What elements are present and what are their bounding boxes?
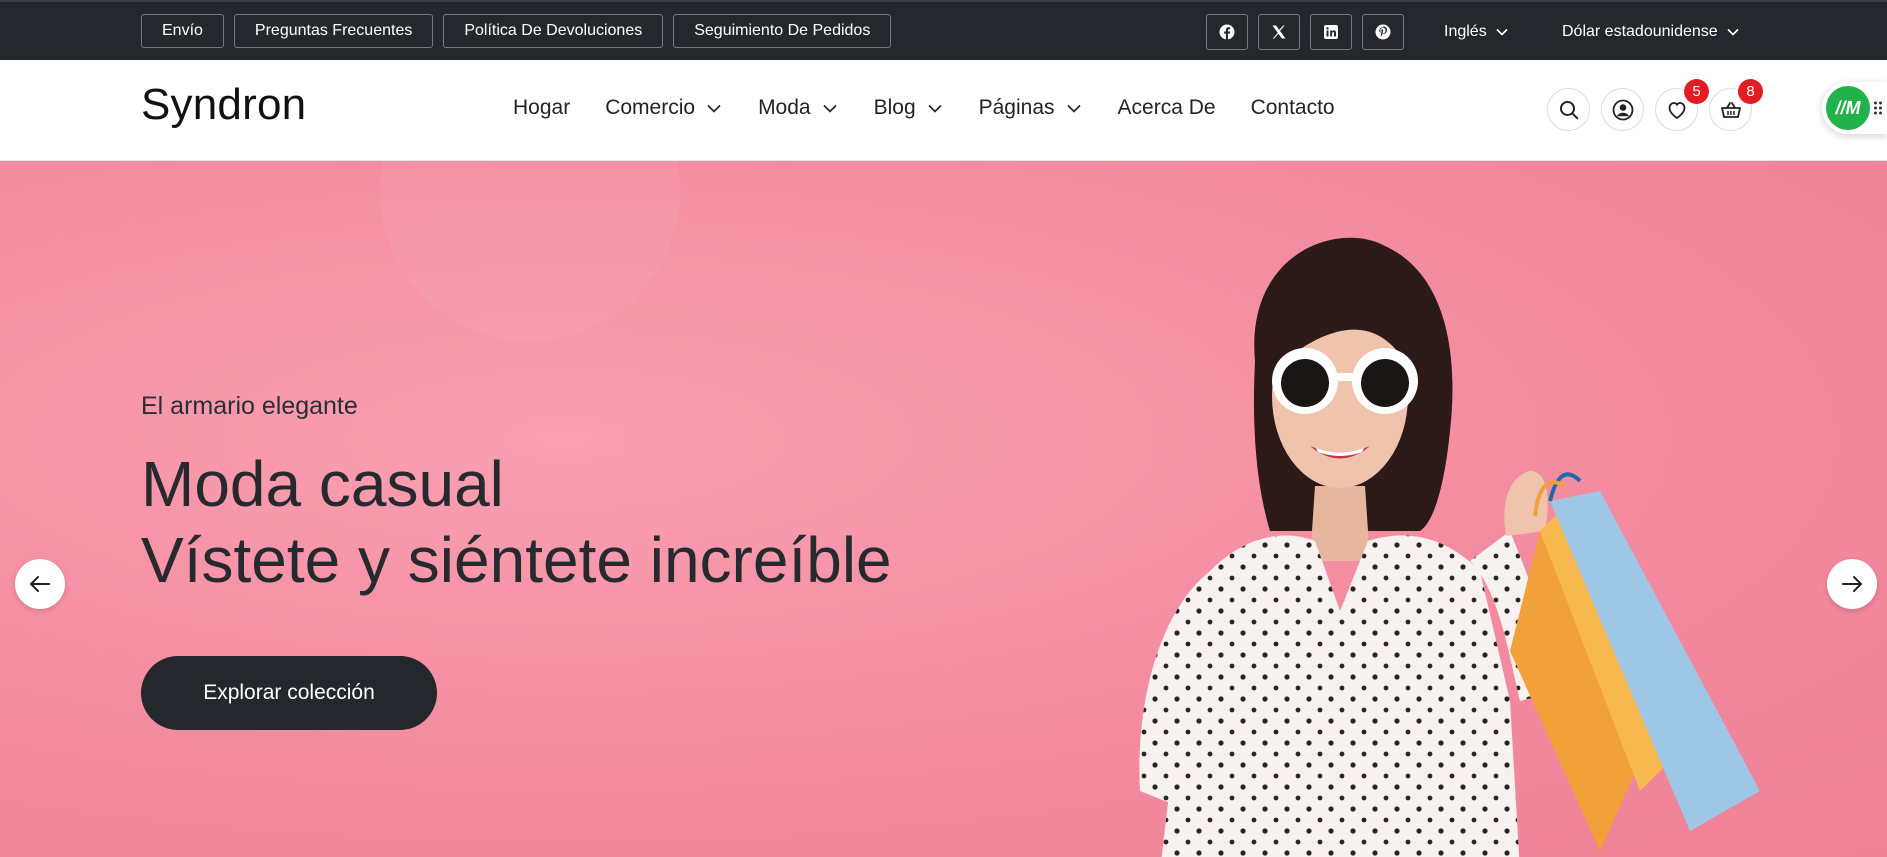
nav-item-about[interactable]: Acerca De [1118,96,1216,120]
user-icon [1612,99,1633,120]
wishlist-count-badge: 5 [1684,79,1709,104]
wishlist-button[interactable]: 5 [1655,79,1709,131]
nav-label: Moda [758,96,811,119]
hero-title-line-1: Moda casual [141,448,504,520]
chevron-down-icon [707,104,721,113]
nav-label: Blog [873,96,916,119]
top-link-returns[interactable]: Política De Devoluciones [443,14,664,48]
arrow-left-icon [30,576,50,592]
nav-label: Acerca De [1117,96,1216,119]
search-icon [1559,100,1578,119]
language-select[interactable]: Inglés [1444,14,1509,50]
hero-model-image [1139,237,1760,857]
top-bar: Envío Preguntas Frecuentes Política De D… [0,0,1887,60]
top-links: Envío Preguntas Frecuentes Política De D… [141,14,892,48]
chevron-down-icon [1727,28,1739,36]
nav-item-fashion[interactable]: Moda [758,96,839,120]
chevron-down-icon [1496,28,1508,36]
chevron-down-icon [928,104,942,113]
nav-label: Páginas [978,96,1055,119]
top-link-order-tracking[interactable]: Seguimiento De Pedidos [673,14,892,48]
top-link-shipping[interactable]: Envío [141,14,224,48]
hero-title-line-2: Vístete y siéntete increíble [141,524,892,596]
nav-label: Hogar [513,96,571,119]
floating-widget[interactable]: //M [1822,82,1887,134]
header-actions: 5 8 [1547,79,1763,131]
hero-slider: El armario elegante Moda casual Vístete … [0,161,1887,857]
nav-item-shop[interactable]: Comercio [605,96,723,120]
background-shape [380,161,680,341]
facebook-icon[interactable] [1206,14,1248,50]
chevron-down-icon [823,104,837,113]
drag-handle-icon[interactable] [1873,98,1883,118]
account-button[interactable] [1601,88,1644,131]
main-header: Syndron Hogar Comercio Moda Blog Páginas… [0,60,1887,161]
cart-count-badge: 8 [1738,79,1763,104]
language-label: Inglés [1444,23,1487,40]
nav-item-contact[interactable]: Contacto [1251,96,1335,120]
slider-prev-button[interactable] [15,559,65,609]
nav-item-home[interactable]: Hogar [513,96,570,120]
top-link-faq[interactable]: Preguntas Frecuentes [233,14,434,48]
arrow-right-icon [1842,576,1862,592]
nav-label: Contacto [1250,96,1335,119]
hero-eyebrow: El armario elegante [141,392,358,420]
cart-button[interactable]: 8 [1709,79,1763,131]
main-nav: Hogar Comercio Moda Blog Páginas Acerca … [513,96,1370,120]
heart-icon [1668,101,1685,119]
chevron-down-icon [1066,104,1081,113]
nav-label: Comercio [605,96,696,119]
nav-item-pages[interactable]: Páginas [979,96,1083,120]
widget-logo: //M [1826,86,1870,130]
basket-icon [1720,101,1741,118]
nav-item-blog[interactable]: Blog [874,96,944,120]
explore-collection-button[interactable]: Explorar colección [141,656,437,730]
linkedin-icon[interactable] [1310,14,1352,50]
site-logo[interactable]: Syndron [141,80,306,130]
currency-select[interactable]: Dólar estadounidense [1562,14,1740,50]
search-button[interactable] [1547,88,1590,131]
pinterest-icon[interactable] [1362,14,1404,50]
currency-label: Dólar estadounidense [1562,23,1718,40]
x-icon[interactable] [1258,14,1300,50]
slider-next-button[interactable] [1827,559,1877,609]
hero-title: Moda casual Vístete y siéntete increíble [141,446,892,598]
social-links [1206,14,1404,50]
